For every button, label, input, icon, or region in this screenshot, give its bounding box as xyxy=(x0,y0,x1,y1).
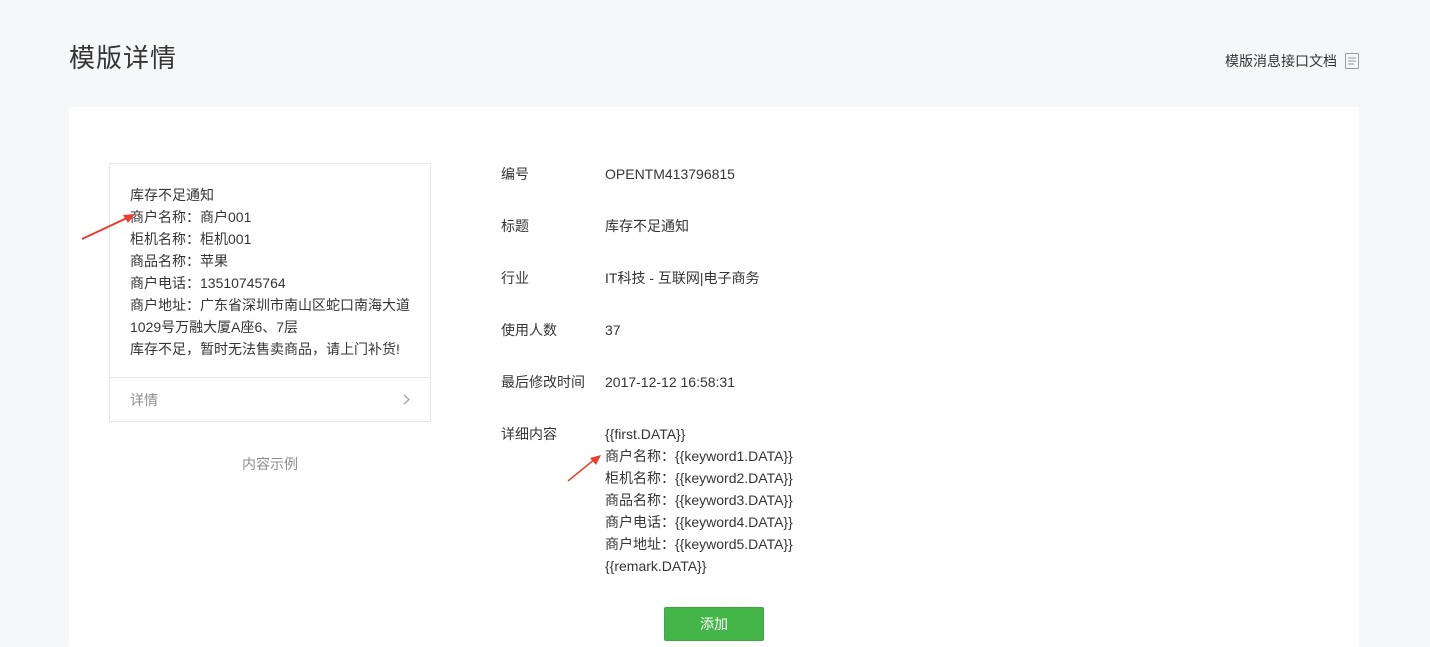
message-preview: 库存不足通知 商户名称：商户001 柜机名称：柜机001 商品名称：苹果 商户电… xyxy=(109,163,431,422)
info-value: IT科技 - 互联网|电子商务 xyxy=(605,270,760,286)
preview-line: 商户电话：13510745764 xyxy=(130,275,286,291)
info-row-id: 编号 OPENTM413796815 xyxy=(501,163,735,185)
annotation-arrow-icon xyxy=(567,455,601,482)
preview-line: 商户地址：广东省深圳市南山区蛇口南海大道1029号万融大厦A座6、7层 xyxy=(130,297,410,335)
doc-link-label: 模版消息接口文档 xyxy=(1225,53,1337,69)
info-label: 最后修改时间 xyxy=(501,374,585,390)
content-line: 商户电话：{{keyword4.DATA}} xyxy=(605,514,793,530)
preview-line: 柜机名称：柜机001 xyxy=(130,231,252,247)
preview-line: 库存不足，暂时无法售卖商品，请上门补货! xyxy=(130,341,400,357)
info-value: 库存不足通知 xyxy=(605,218,689,234)
content-line: {{remark.DATA}} xyxy=(605,558,707,574)
content-line: 柜机名称：{{keyword2.DATA}} xyxy=(605,470,793,486)
main-card: 库存不足通知 商户名称：商户001 柜机名称：柜机001 商品名称：苹果 商户电… xyxy=(69,107,1359,647)
template-content: {{first.DATA}} 商户名称：{{keyword1.DATA}} 柜机… xyxy=(605,423,793,577)
info-row-industry: 行业 IT科技 - 互联网|电子商务 xyxy=(501,267,760,289)
content-line: 商户地址：{{keyword5.DATA}} xyxy=(605,536,793,552)
info-label: 标题 xyxy=(501,218,529,234)
info-label: 编号 xyxy=(501,166,529,182)
content-line: {{first.DATA}} xyxy=(605,426,686,442)
content-line: 商户名称：{{keyword1.DATA}} xyxy=(605,448,793,464)
api-doc-link[interactable]: 模版消息接口文档 xyxy=(1225,51,1359,71)
content-line: 商品名称：{{keyword3.DATA}} xyxy=(605,492,793,508)
info-label: 详细内容 xyxy=(501,426,557,442)
info-row-modified: 最后修改时间 2017-12-12 16:58:31 xyxy=(501,371,735,393)
annotation-arrow-icon xyxy=(81,214,135,240)
info-value: OPENTM413796815 xyxy=(605,166,735,182)
info-value: 37 xyxy=(605,322,621,338)
document-icon xyxy=(1345,53,1359,69)
preview-line: 商品名称：苹果 xyxy=(130,253,228,269)
preview-caption: 内容示例 xyxy=(242,456,298,472)
preview-line: 库存不足通知 xyxy=(130,187,214,203)
add-button[interactable]: 添加 xyxy=(664,607,764,641)
info-value: 2017-12-12 16:58:31 xyxy=(605,374,735,390)
preview-detail-link[interactable]: 详情 xyxy=(110,377,430,422)
info-label: 使用人数 xyxy=(501,322,557,338)
info-row-users: 使用人数 37 xyxy=(501,319,621,341)
preview-line: 商户名称：商户001 xyxy=(130,209,252,225)
page-title: 模版详情 xyxy=(69,43,178,73)
chevron-right-icon xyxy=(403,392,410,408)
preview-body: 库存不足通知 商户名称：商户001 柜机名称：柜机001 商品名称：苹果 商户电… xyxy=(110,164,430,377)
info-label: 行业 xyxy=(501,270,529,286)
info-row-title: 标题 库存不足通知 xyxy=(501,215,689,237)
preview-detail-label: 详情 xyxy=(130,392,158,408)
info-row-content: 详细内容 {{first.DATA}} 商户名称：{{keyword1.DATA… xyxy=(501,423,793,577)
